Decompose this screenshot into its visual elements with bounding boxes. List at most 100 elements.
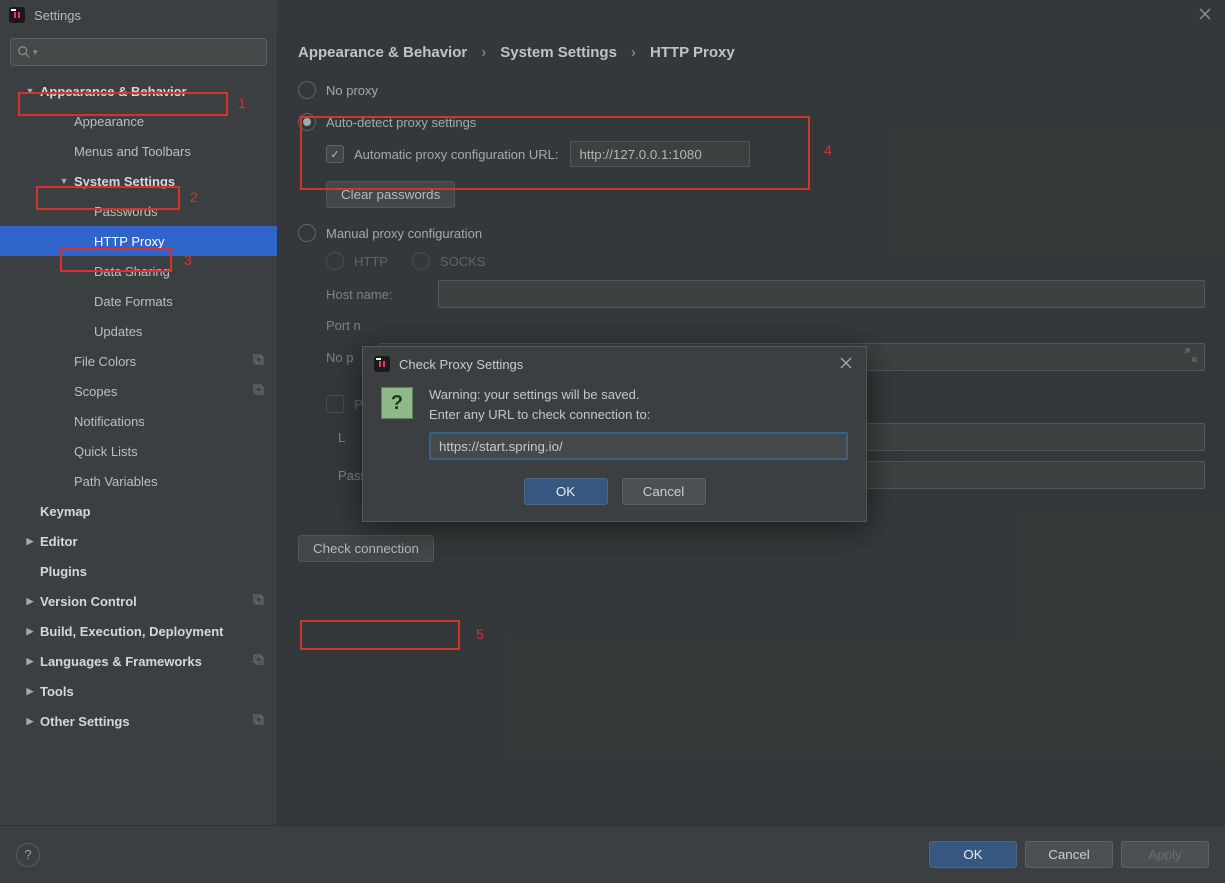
dialog-close-button[interactable] [836,355,856,374]
sidebar-item-label: Passwords [94,204,158,219]
radio-auto-detect[interactable] [298,113,316,131]
breadcrumb: Appearance & Behavior › System Settings … [298,44,1205,61]
sidebar-item-data-sharing[interactable]: ▶Data Sharing [0,256,277,286]
sidebar-item-build-execution-deployment[interactable]: ▶Build, Execution, Deployment [0,616,277,646]
sidebar-item-label: Updates [94,324,142,339]
sidebar-item-label: Appearance [74,114,144,129]
dialog-line2: Enter any URL to check connection to: [429,405,848,425]
sidebar-item-version-control[interactable]: ▶Version Control [0,586,277,616]
window-title: Settings [34,8,81,23]
sidebar-item-updates[interactable]: ▶Updates [0,316,277,346]
radio-socks[interactable] [412,252,430,270]
project-scheme-icon [252,593,265,609]
apply-button[interactable]: Apply [1121,841,1209,868]
sidebar-item-appearance-behavior[interactable]: ▼Appearance & Behavior [0,76,277,106]
sidebar-item-notifications[interactable]: ▶Notifications [0,406,277,436]
sidebar-item-passwords[interactable]: ▶Passwords [0,196,277,226]
sidebar-item-label: File Colors [74,354,136,369]
row-auto-detect: Auto-detect proxy settings [298,113,1205,131]
sidebar-item-path-variables[interactable]: ▶Path Variables [0,466,277,496]
row-manual: Manual proxy configuration [298,224,1205,242]
chevron-right-icon: › [631,44,636,61]
window-close-button[interactable] [1193,4,1217,27]
chevron-right-icon: ▶ [24,536,36,547]
sidebar-item-label: Quick Lists [74,444,138,459]
dialog-url-input[interactable] [429,432,848,460]
search-input[interactable]: ▾ [10,38,267,66]
input-host[interactable] [438,280,1205,308]
cancel-button[interactable]: Cancel [1025,841,1113,868]
checkbox-proxy-auth[interactable] [326,395,344,413]
sidebar-item-label: Menus and Toolbars [74,144,191,159]
titlebar: Settings [0,0,1225,30]
sidebar-item-label: Date Formats [94,294,173,309]
input-pac-url[interactable] [570,141,750,167]
chevron-down-icon: ▼ [58,176,70,186]
sidebar-item-label: Scopes [74,384,117,399]
sidebar-item-plugins[interactable]: ▶Plugins [0,556,277,586]
search-wrap: ▾ [0,30,277,76]
radio-http[interactable] [326,252,344,270]
dialog-text: Warning: your settings will be saved. En… [429,385,848,460]
sidebar-item-languages-frameworks[interactable]: ▶ Languages & Frameworks [0,646,277,676]
clear-passwords-button[interactable]: Clear passwords [326,181,455,208]
chevron-right-icon: ▶ [24,626,36,637]
radio-no-proxy[interactable] [298,81,316,99]
sidebar-item-appearance[interactable]: ▶Appearance [0,106,277,136]
sidebar-item-label: Keymap [40,504,91,519]
sidebar-item-quick-lists[interactable]: ▶Quick Lists [0,436,277,466]
app-icon [8,6,26,24]
footer-buttons: OK Cancel Apply [929,841,1209,868]
row-check-connection: Check connection [298,535,1205,562]
dialog-footer: ? OK Cancel Apply [0,825,1225,883]
crumb-2: HTTP Proxy [650,44,735,61]
radio-manual[interactable] [298,224,316,242]
chevron-right-icon: ▶ [24,656,36,667]
sidebar-item-label: Data Sharing [94,264,170,279]
chevron-down-icon: ▼ [24,86,36,96]
sidebar-item-tools[interactable]: ▶Tools [0,676,277,706]
row-no-proxy: No proxy [298,81,1205,99]
expand-icon[interactable] [1184,348,1198,365]
dialog-title: Check Proxy Settings [399,357,523,372]
sidebar-item-editor[interactable]: ▶ Editor [0,526,277,556]
dialog-ok-button[interactable]: OK [524,478,608,505]
row-clear-pw: Clear passwords [298,181,1205,208]
row-type: HTTP SOCKS [298,252,1205,270]
row-port: Port n [298,318,1205,333]
label-port: Port n [326,318,366,333]
project-scheme-icon [252,653,265,669]
search-dropdown-icon[interactable]: ▾ [33,47,38,58]
label-no-proxy-for: No p [326,350,366,365]
check-proxy-dialog: Check Proxy Settings ? Warning: your set… [362,346,867,522]
ok-button[interactable]: OK [929,841,1017,868]
label-host: Host name: [326,287,426,302]
chevron-right-icon: ▶ [24,596,36,607]
sidebar-item-other-settings[interactable]: ▶Other Settings [0,706,277,736]
sidebar: ▾ ▼Appearance & Behavior▶Appearance▶Menu… [0,30,278,825]
sidebar-item-scopes[interactable]: ▶Scopes [0,376,277,406]
dialog-titlebar: Check Proxy Settings [363,347,866,381]
project-scheme-icon [252,713,265,729]
sidebar-item-label: Editor [40,534,78,549]
checkbox-pac-url[interactable] [326,145,344,163]
chevron-right-icon: › [481,44,486,61]
sidebar-item-http-proxy[interactable]: ▶HTTP Proxy [0,226,277,256]
check-connection-button[interactable]: Check connection [298,535,434,562]
chevron-right-icon: ▶ [24,686,36,697]
crumb-0: Appearance & Behavior [298,44,467,61]
label-manual: Manual proxy configuration [326,226,482,241]
question-icon: ? [381,387,413,419]
sidebar-item-keymap[interactable]: ▶Keymap [0,496,277,526]
dialog-cancel-button[interactable]: Cancel [622,478,706,505]
sidebar-item-label: System Settings [74,174,175,189]
label-no-proxy: No proxy [326,83,378,98]
sidebar-item-label: Languages & Frameworks [40,654,202,669]
help-button[interactable]: ? [16,843,40,867]
sidebar-item-menus-and-toolbars[interactable]: ▶Menus and Toolbars [0,136,277,166]
dialog-footer: OK Cancel [363,466,866,521]
sidebar-item-date-formats[interactable]: ▶Date Formats [0,286,277,316]
sidebar-item-system-settings[interactable]: ▼ System Settings [0,166,277,196]
label-pac-url: Automatic proxy configuration URL: [354,147,558,162]
sidebar-item-file-colors[interactable]: ▶File Colors [0,346,277,376]
